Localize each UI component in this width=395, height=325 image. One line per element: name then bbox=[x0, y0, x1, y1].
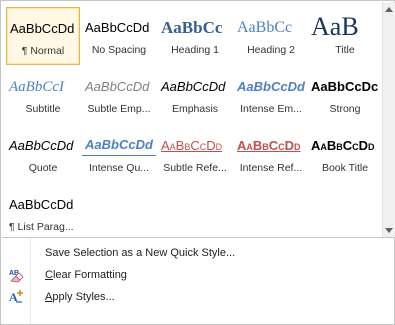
apply-styles-icon: A bbox=[8, 289, 24, 305]
style-intense-reference-label: Intense Ref... bbox=[239, 162, 303, 174]
apply-styles-label-rest: pply Styles... bbox=[52, 291, 115, 303]
clear-formatting-label: Clear Formatting bbox=[45, 269, 127, 281]
scroll-down-button[interactable] bbox=[383, 223, 395, 237]
style-subtitle-sample: AaBbCcI bbox=[9, 79, 64, 95]
style-intense-emphasis-label: Intense Em... bbox=[240, 103, 302, 115]
save-selection-menu-item[interactable]: Save Selection as a New Quick Style... bbox=[2, 242, 394, 264]
style-quote-label: Quote bbox=[28, 162, 58, 174]
clear-formatting-icon: AB bbox=[8, 267, 24, 283]
style-subtle-emphasis[interactable]: AaBbCcDd Subtle Emp... bbox=[82, 66, 156, 124]
style-book-title-sample: AaBbCcDd bbox=[311, 138, 375, 153]
styles-menu: Save Selection as a New Quick Style... A… bbox=[2, 238, 394, 324]
style-title[interactable]: AaB Title bbox=[308, 7, 382, 65]
style-subtle-reference-label: Subtle Refe... bbox=[163, 162, 227, 174]
style-heading-1-sample: AaBbCc bbox=[161, 18, 223, 37]
style-intense-reference[interactable]: AaBbCcDd Intense Ref... bbox=[234, 125, 308, 183]
style-title-sample: AaB bbox=[311, 12, 359, 41]
style-title-label: Title bbox=[335, 44, 355, 56]
style-quote[interactable]: AaBbCcDd Quote bbox=[6, 125, 80, 183]
style-book-title-label: Book Title bbox=[321, 162, 369, 174]
style-strong[interactable]: AaBbCcDc Strong bbox=[308, 66, 382, 124]
apply-styles-label: Apply Styles... bbox=[45, 291, 115, 303]
clear-formatting-label-rest: lear Formatting bbox=[52, 269, 127, 281]
style-heading-1-label: Heading 1 bbox=[171, 44, 219, 56]
save-selection-label: Save Selection as a New Quick Style... bbox=[45, 247, 236, 259]
style-subtle-reference[interactable]: AaBbCcDd Subtle Refe... bbox=[158, 125, 232, 183]
style-strong-label: Strong bbox=[329, 103, 361, 115]
style-list-paragraph-label: ¶ List Parag... bbox=[9, 221, 74, 233]
style-intense-quote-sample: AaBbCcDd bbox=[82, 133, 156, 156]
style-quote-sample: AaBbCcDd bbox=[9, 138, 74, 153]
style-heading-2-sample: AaBbCc bbox=[237, 19, 293, 36]
style-intense-emphasis-sample: AaBbCcDd bbox=[237, 79, 305, 94]
style-no-spacing-sample: AaBbCcDd bbox=[85, 20, 150, 35]
style-intense-reference-sample: AaBbCcDd bbox=[237, 138, 301, 153]
style-heading-1[interactable]: AaBbCc Heading 1 bbox=[158, 7, 232, 65]
style-heading-2[interactable]: AaBbCc Heading 2 bbox=[234, 7, 308, 65]
style-normal[interactable]: AaBbCcDd ¶ Normal bbox=[6, 7, 80, 65]
style-subtitle[interactable]: AaBbCcI Subtitle bbox=[6, 66, 80, 124]
style-normal-label: ¶ Normal bbox=[21, 45, 65, 57]
apply-styles-menu-item[interactable]: A Apply Styles... bbox=[2, 286, 394, 308]
style-subtle-emphasis-sample: AaBbCcDd bbox=[85, 79, 150, 94]
scroll-up-button[interactable] bbox=[383, 2, 395, 16]
style-emphasis-label: Emphasis bbox=[171, 103, 219, 115]
style-emphasis-sample: AaBbCcDd bbox=[161, 79, 226, 94]
style-no-spacing-label: No Spacing bbox=[91, 44, 147, 56]
style-subtitle-label: Subtitle bbox=[25, 103, 61, 115]
quick-styles-dropdown: AaBbCcDd ¶ Normal AaBbCcDd No Spacing Aa… bbox=[0, 0, 395, 325]
style-normal-sample: AaBbCcDd bbox=[10, 21, 75, 36]
style-strong-sample: AaBbCcDc bbox=[311, 79, 379, 94]
style-no-spacing[interactable]: AaBbCcDd No Spacing bbox=[82, 7, 156, 65]
style-emphasis[interactable]: AaBbCcDd Emphasis bbox=[158, 66, 232, 124]
style-intense-quote-label: Intense Qu... bbox=[88, 162, 150, 174]
gallery-scrollbar[interactable] bbox=[382, 2, 395, 237]
style-intense-emphasis[interactable]: AaBbCcDd Intense Em... bbox=[234, 66, 308, 124]
quick-styles-gallery: AaBbCcDd ¶ Normal AaBbCcDd No Spacing Aa… bbox=[2, 2, 381, 237]
style-list-paragraph-sample: AaBbCcDd bbox=[9, 197, 74, 212]
style-heading-2-label: Heading 2 bbox=[247, 44, 295, 56]
triangle-up-icon bbox=[385, 6, 393, 12]
triangle-down-icon bbox=[385, 227, 393, 233]
style-list-paragraph[interactable]: AaBbCcDd ¶ List Parag... bbox=[6, 184, 80, 242]
style-subtle-reference-sample: AaBbCcDd bbox=[161, 138, 223, 153]
style-book-title[interactable]: AaBbCcDd Book Title bbox=[308, 125, 382, 183]
style-subtle-emphasis-label: Subtle Emp... bbox=[87, 103, 151, 115]
style-intense-quote[interactable]: AaBbCcDd Intense Qu... bbox=[82, 125, 156, 183]
clear-formatting-menu-item[interactable]: AB Clear Formatting bbox=[2, 264, 394, 286]
